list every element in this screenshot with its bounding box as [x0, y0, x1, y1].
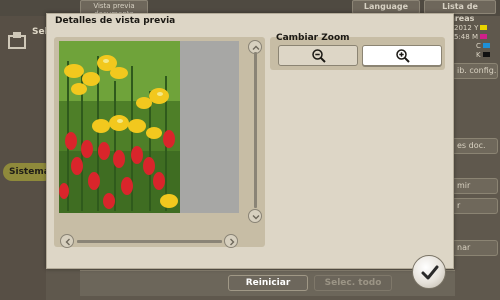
- right-button-delete[interactable]: nar: [452, 240, 498, 256]
- preview-details-dialog: Detalles de vista previa Cambiar Zoom: [46, 13, 454, 269]
- tab-job-queue[interactable]: Lista de tareas: [424, 0, 496, 23]
- toner-y-label: Y: [474, 24, 479, 32]
- toner-c-icon: [482, 43, 490, 48]
- right-button-doc[interactable]: es doc.: [452, 138, 498, 154]
- checkmark-icon: [421, 265, 439, 280]
- chevron-right-icon: [230, 238, 235, 246]
- zoom-panel: Cambiar Zoom: [270, 33, 445, 70]
- toner-y-icon: [480, 25, 488, 30]
- zoom-in-icon: [396, 49, 410, 63]
- zoom-out-button[interactable]: [278, 45, 358, 66]
- zoom-out-icon: [312, 49, 326, 63]
- dialog-title: Detalles de vista previa: [55, 16, 176, 26]
- preview-page[interactable]: [59, 41, 239, 213]
- reset-button[interactable]: Reiniciar: [228, 275, 308, 291]
- preview-photo: [59, 41, 180, 213]
- zoom-label: Cambiar Zoom: [276, 33, 350, 43]
- toner-c-label: C: [476, 42, 481, 50]
- vertical-scrollbar[interactable]: [254, 52, 257, 208]
- toner-m-label: M: [471, 33, 479, 41]
- toner-k-icon: [482, 52, 490, 57]
- toner-m-icon: [480, 34, 488, 39]
- status-year: 2012: [454, 24, 472, 32]
- chevron-left-icon: [65, 238, 70, 246]
- right-button-r[interactable]: r: [452, 198, 498, 214]
- scroll-down-button[interactable]: [248, 209, 262, 223]
- ok-button[interactable]: [412, 255, 446, 289]
- tab-language[interactable]: Language: [352, 0, 420, 14]
- document-icon: [6, 30, 28, 52]
- zoom-in-button[interactable]: [362, 45, 442, 66]
- toner-k-label: K: [476, 51, 481, 59]
- status-time: 5:48: [454, 33, 470, 41]
- left-panel: [0, 16, 46, 300]
- preview-frame: [54, 37, 265, 248]
- status-panel: 2012 Y 5:48 M C K: [454, 24, 498, 60]
- right-button-print[interactable]: mir: [452, 178, 498, 194]
- horizontal-scrollbar[interactable]: [77, 240, 222, 243]
- right-button-config[interactable]: ib. config.: [452, 63, 498, 79]
- scroll-right-button[interactable]: [224, 234, 238, 248]
- chevron-down-icon: [252, 215, 260, 220]
- select-all-button[interactable]: Selec. todo: [314, 275, 392, 291]
- scroll-left-button[interactable]: [60, 234, 74, 248]
